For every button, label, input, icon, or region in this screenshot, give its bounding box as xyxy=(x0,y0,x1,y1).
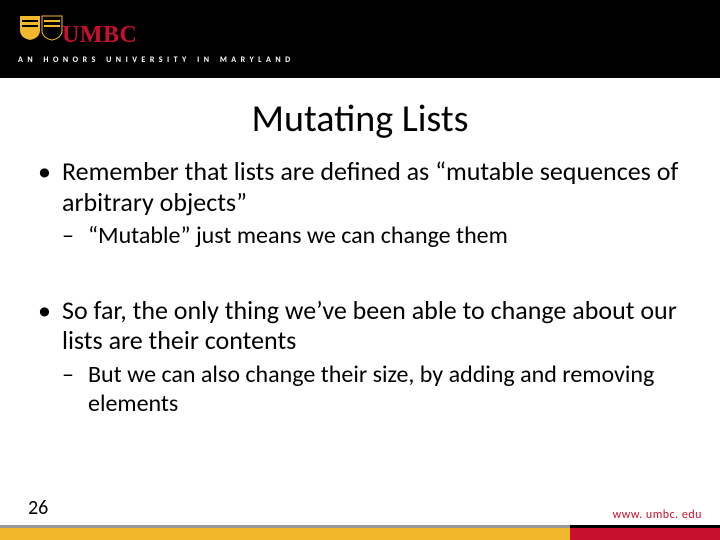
bullet-1: Remember that lists are defined as “muta… xyxy=(36,156,684,217)
bullet-1-sub-1: “Mutable” just means we can change them xyxy=(62,221,684,250)
slide-title: Mutating Lists xyxy=(0,96,720,142)
tagline: AN HONORS UNIVERSITY IN MARYLAND xyxy=(18,55,720,65)
bullet-2: So far, the only thing we’ve been able t… xyxy=(36,295,684,356)
logo: UMBC xyxy=(18,14,720,49)
logo-text: UMBC xyxy=(62,22,137,49)
bullet-list: Remember that lists are defined as “muta… xyxy=(36,156,684,418)
header-bar: UMBC AN HONORS UNIVERSITY IN MARYLAND xyxy=(0,0,720,78)
bullet-2-sub-1: But we can also change their size, by ad… xyxy=(62,360,684,419)
footer-url: www. umbc. edu xyxy=(613,508,702,522)
umbc-shield-icon xyxy=(18,14,64,42)
content-area: Remember that lists are defined as “muta… xyxy=(0,156,720,540)
page-number: 26 xyxy=(28,496,48,520)
slide: UMBC AN HONORS UNIVERSITY IN MARYLAND Mu… xyxy=(0,0,720,540)
footer-red-stripe xyxy=(570,528,720,540)
